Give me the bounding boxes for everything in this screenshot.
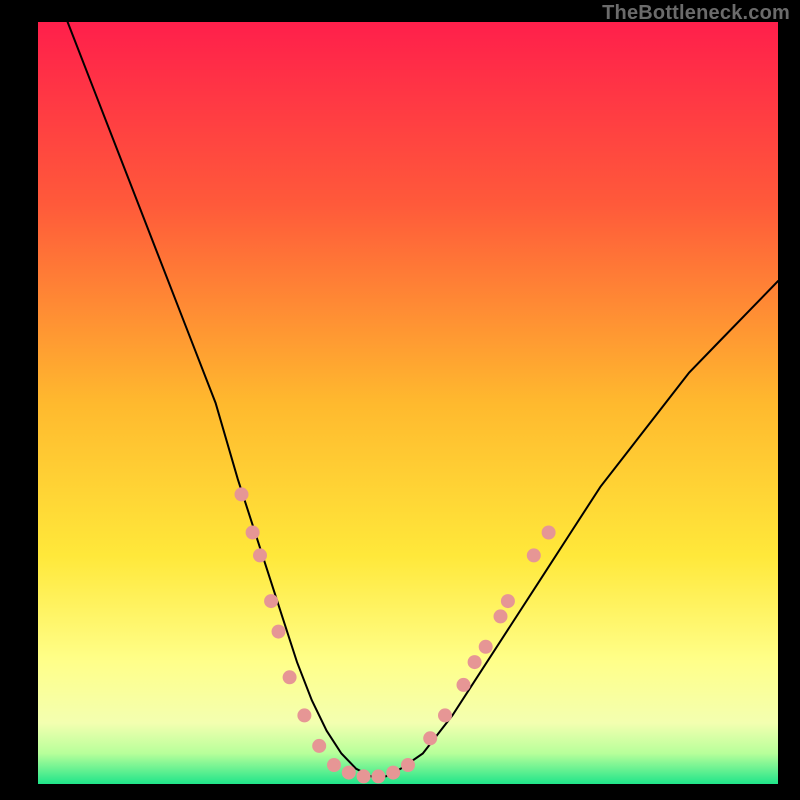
curve-bottleneck-curve bbox=[68, 22, 778, 776]
marker-point bbox=[371, 769, 385, 783]
watermark-text: TheBottleneck.com bbox=[602, 2, 790, 25]
marker-point bbox=[327, 758, 341, 772]
marker-point bbox=[438, 708, 452, 722]
marker-point bbox=[423, 731, 437, 745]
marker-point bbox=[342, 766, 356, 780]
marker-point bbox=[494, 609, 508, 623]
marker-point bbox=[501, 594, 515, 608]
marker-point bbox=[264, 594, 278, 608]
marker-point bbox=[235, 487, 249, 501]
marker-point bbox=[542, 526, 556, 540]
marker-point bbox=[401, 758, 415, 772]
chart-frame: TheBottleneck.com bbox=[0, 0, 800, 800]
marker-point bbox=[272, 625, 286, 639]
chart-svg bbox=[38, 22, 778, 784]
marker-point bbox=[457, 678, 471, 692]
marker-point bbox=[357, 769, 371, 783]
marker-point bbox=[283, 670, 297, 684]
marker-point bbox=[253, 548, 267, 562]
marker-point bbox=[479, 640, 493, 654]
plot-area bbox=[38, 22, 778, 784]
marker-point bbox=[312, 739, 326, 753]
marker-point bbox=[527, 548, 541, 562]
marker-point bbox=[297, 708, 311, 722]
marker-point bbox=[246, 526, 260, 540]
marker-point bbox=[386, 766, 400, 780]
marker-point bbox=[468, 655, 482, 669]
